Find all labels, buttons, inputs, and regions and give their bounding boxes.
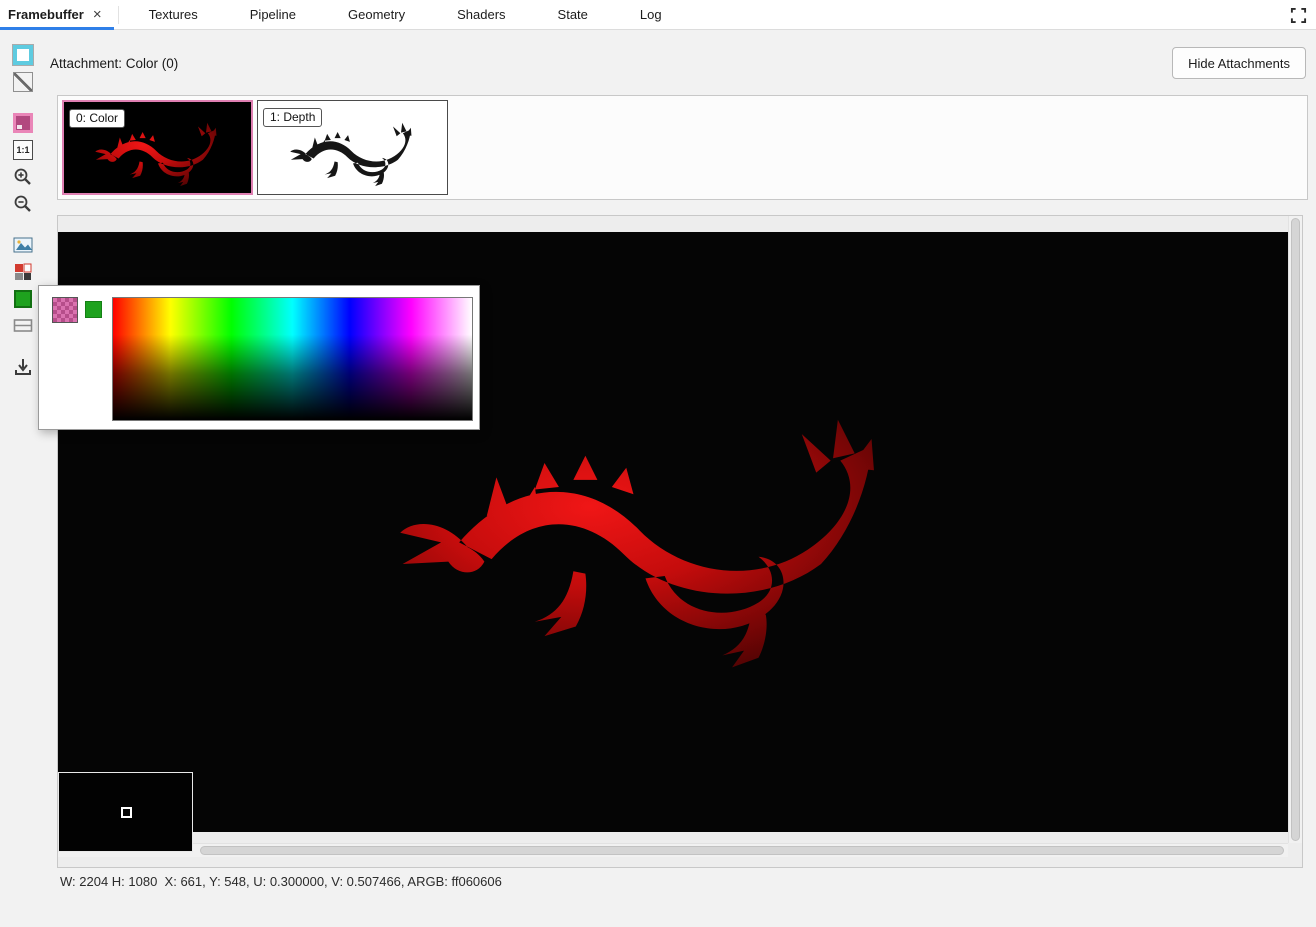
tab-framebuffer-label: Framebuffer (8, 7, 84, 22)
tab-shaders[interactable]: Shaders (431, 0, 531, 30)
tab-pipeline-label: Pipeline (250, 7, 296, 22)
frame-debugger-window: Framebuffer × Textures Pipeline Geometry… (0, 0, 1316, 927)
horizontal-scrollbar[interactable] (58, 843, 1288, 857)
tab-divider (118, 6, 119, 24)
tab-bar: Framebuffer × Textures Pipeline Geometry… (0, 0, 1316, 30)
tab-geometry-label: Geometry (348, 7, 405, 22)
hue-gradient-field[interactable] (112, 297, 473, 421)
fullscreen-icon[interactable] (1288, 5, 1308, 25)
tab-state[interactable]: State (532, 0, 614, 30)
zoom-in-icon[interactable] (12, 166, 34, 188)
zoom-out-icon[interactable] (12, 193, 34, 215)
vertical-scrollbar[interactable] (1288, 216, 1302, 843)
tab-pipeline[interactable]: Pipeline (224, 0, 322, 30)
range-flatten-icon[interactable] (12, 315, 34, 337)
color-picker-popup (38, 285, 480, 430)
tab-state-label: State (558, 7, 588, 22)
diagonal-slash-icon[interactable] (12, 71, 34, 93)
vertical-scrollbar-thumb[interactable] (1291, 218, 1300, 841)
pixel-status-text: W: 2204 H: 1080 X: 661, Y: 548, U: 0.300… (60, 874, 502, 889)
tab-log[interactable]: Log (614, 0, 688, 30)
tab-shaders-label: Shaders (457, 7, 505, 22)
close-icon[interactable]: × (93, 7, 102, 22)
tab-log-label: Log (640, 7, 662, 22)
attachment-thumbnail-color[interactable]: 0: Color (62, 100, 253, 195)
tab-geometry[interactable]: Geometry (322, 0, 431, 30)
save-icon[interactable] (12, 356, 34, 378)
tab-textures-label: Textures (149, 7, 198, 22)
picker-color-swatch-icon[interactable] (12, 288, 34, 310)
minimap-view-marker[interactable] (121, 807, 132, 818)
hide-attachments-button[interactable]: Hide Attachments (1172, 47, 1306, 79)
background-swatch-icon[interactable] (12, 44, 34, 66)
viewer-toolbar: 1:1 (10, 44, 36, 383)
attachments-strip: 0: Color 1: Depth (57, 95, 1308, 200)
picked-color-alpha-swatch[interactable] (52, 297, 78, 323)
attachment-header-label: Attachment: Color (0) (50, 56, 178, 71)
attachment-label-chip: 0: Color (69, 109, 125, 128)
channels-icon[interactable] (12, 261, 34, 283)
zoom-1-1-icon[interactable]: 1:1 (12, 139, 34, 161)
tab-textures[interactable]: Textures (123, 0, 224, 30)
picker-green-swatch[interactable] (85, 301, 102, 318)
attachment-thumbnail-depth[interactable]: 1: Depth (257, 100, 448, 195)
highlight-swatch-icon[interactable] (12, 112, 34, 134)
overview-minimap[interactable] (58, 772, 193, 852)
tab-framebuffer[interactable]: Framebuffer × (0, 0, 114, 30)
image-icon[interactable] (12, 234, 34, 256)
attachment-label-chip: 1: Depth (263, 108, 322, 127)
horizontal-scrollbar-thumb[interactable] (200, 846, 1284, 855)
